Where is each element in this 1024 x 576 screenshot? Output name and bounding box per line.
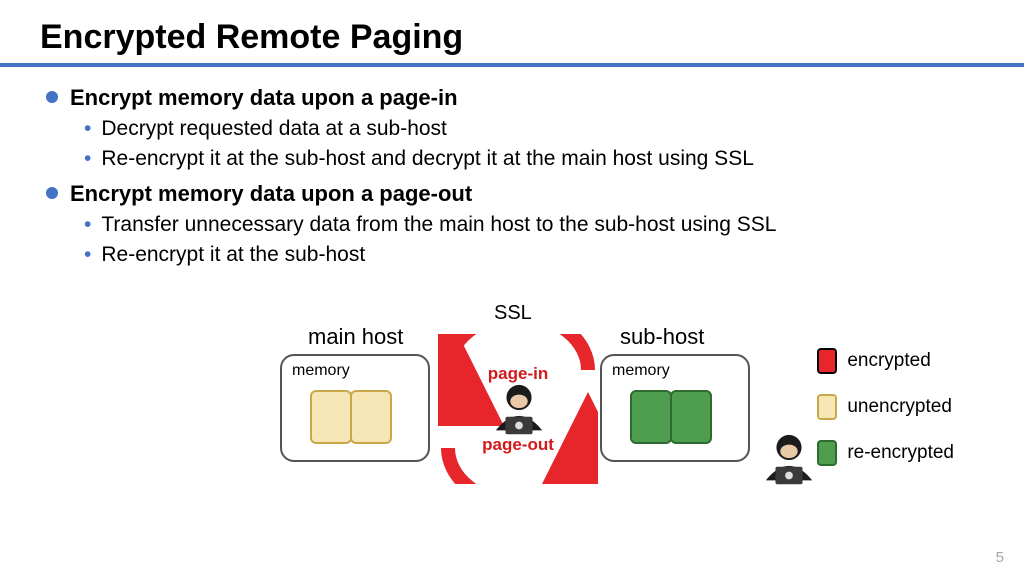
sub-bullet-item: • Transfer unnecessary data from the mai… — [84, 211, 984, 239]
unencrypted-swatch-icon — [817, 394, 837, 420]
bullet-dash-icon: • — [84, 211, 91, 238]
sub-bullet-text: Re-encrypt it at the sub-host — [101, 241, 365, 269]
legend-label: re-encrypted — [847, 442, 954, 464]
reencrypted-swatch-icon — [817, 440, 837, 466]
memory-cells-unencrypted — [310, 390, 392, 444]
hacker-icon — [490, 382, 548, 436]
bullet-dot-icon — [46, 187, 58, 199]
ssl-label: SSL — [494, 302, 532, 325]
sub-bullet-text: Decrypt requested data at a sub-host — [101, 115, 447, 143]
bullet-dash-icon: • — [84, 145, 91, 172]
bullet-text: Encrypt memory data upon a page-in — [70, 83, 458, 113]
bullet-list: Encrypt memory data upon a page-in • Dec… — [40, 83, 984, 270]
slide: Encrypted Remote Paging Encrypt memory d… — [0, 0, 1024, 576]
legend-label: encrypted — [847, 350, 930, 372]
legend-item: re-encrypted — [817, 440, 954, 466]
slide-title: Encrypted Remote Paging — [40, 18, 984, 57]
page-out-label: page-out — [438, 435, 598, 455]
memory-cell-icon — [670, 390, 712, 444]
memory-cell-icon — [350, 390, 392, 444]
main-host-title: main host — [308, 324, 403, 350]
page-number: 5 — [996, 549, 1004, 566]
title-divider — [0, 63, 1024, 67]
legend-item: encrypted — [817, 348, 954, 374]
bullet-text: Encrypt memory data upon a page-out — [70, 179, 472, 209]
memory-label: memory — [612, 362, 670, 380]
memory-cell-icon — [310, 390, 352, 444]
diagram: SSL main host memory sub-host memory — [40, 302, 984, 542]
legend: encrypted unencrypted re-encrypted — [817, 338, 954, 486]
sub-host-title: sub-host — [620, 324, 704, 350]
sub-bullet-item: • Decrypt requested data at a sub-host — [84, 115, 984, 143]
sub-host-box: memory — [600, 354, 750, 462]
bullet-dash-icon: • — [84, 115, 91, 142]
bullet-item: Encrypt memory data upon a page-out — [46, 179, 984, 209]
memory-label: memory — [292, 362, 350, 380]
encrypted-swatch-icon — [817, 348, 837, 374]
page-in-label: page-in — [438, 364, 598, 384]
memory-cells-reencrypted — [630, 390, 712, 444]
bullet-item: Encrypt memory data upon a page-in — [46, 83, 984, 113]
sub-bullet-item: • Re-encrypt it at the sub-host and decr… — [84, 145, 984, 173]
sub-bullet-item: • Re-encrypt it at the sub-host — [84, 241, 984, 269]
memory-cell-icon — [630, 390, 672, 444]
main-host-box: memory — [280, 354, 430, 462]
bullet-dash-icon: • — [84, 241, 91, 268]
bullet-dot-icon — [46, 91, 58, 103]
sub-bullet-text: Transfer unnecessary data from the main … — [101, 211, 776, 239]
legend-label: unencrypted — [847, 396, 952, 418]
sub-bullet-text: Re-encrypt it at the sub-host and decryp… — [101, 145, 754, 173]
hacker-icon — [760, 432, 818, 486]
legend-item: unencrypted — [817, 394, 954, 420]
